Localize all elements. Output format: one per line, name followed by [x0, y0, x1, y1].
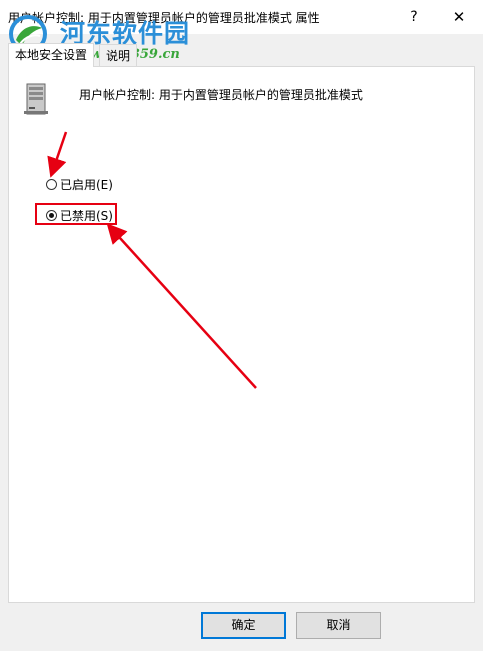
tab-panel: 用户帐户控制: 用于内置管理员帐户的管理员批准模式 已启用(E) 已禁用(S) [8, 66, 475, 603]
help-button[interactable]: ? [392, 4, 436, 30]
highlight-box [35, 203, 117, 225]
cancel-button[interactable]: 取消 [296, 612, 381, 639]
policy-name: 用户帐户控制: 用于内置管理员帐户的管理员批准模式 [79, 88, 363, 102]
tab-explain[interactable]: 说明 [99, 44, 138, 67]
enabled-label[interactable]: 已启用(E) [60, 176, 113, 193]
close-button[interactable]: ✕ [437, 4, 481, 30]
enabled-radio[interactable] [46, 178, 57, 190]
tab-local-security-setting[interactable]: 本地安全设置 [8, 43, 95, 67]
tab-strip: 本地安全设置 说明 [8, 43, 475, 67]
title-bar: 用户帐户控制: 用于内置管理员帐户的管理员批准模式 属性 ? ✕ [0, 0, 483, 34]
ok-button[interactable]: 确定 [201, 612, 286, 639]
enabled-option[interactable]: 已启用(E) [46, 175, 113, 193]
server-policy-icon [24, 83, 48, 115]
window-title: 用户帐户控制: 用于内置管理员帐户的管理员批准模式 属性 [8, 11, 320, 25]
